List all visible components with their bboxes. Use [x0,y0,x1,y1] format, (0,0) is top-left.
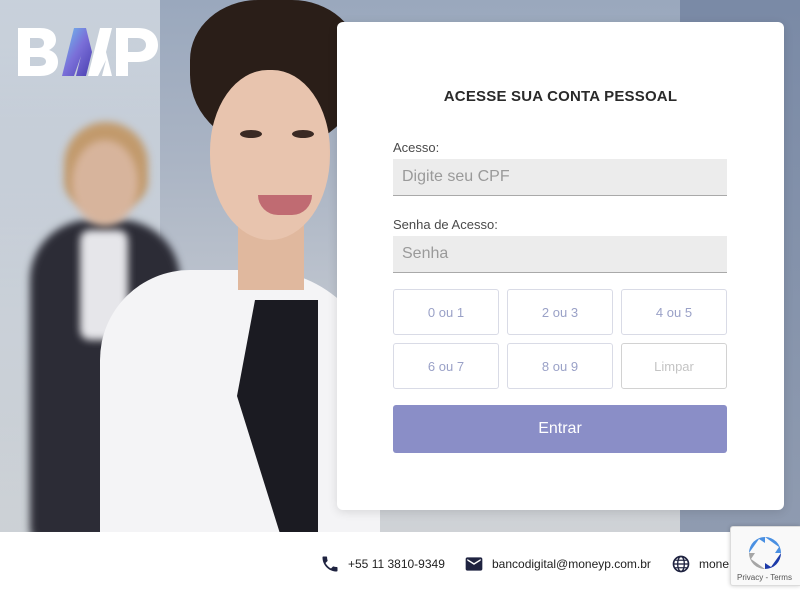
woman-right-eye [292,130,314,138]
footer-contact-bar: +55 11 3810-9349 bancodigital@moneyp.com… [0,532,800,600]
phone-icon [322,556,338,572]
footer-email-text: bancodigital@moneyp.com.br [492,557,651,571]
bmp-logo [18,28,158,76]
keypad-button-2-3[interactable]: 2 ou 3 [507,289,613,335]
keypad-button-6-7[interactable]: 6 ou 7 [393,343,499,389]
footer-website-text: mone [699,557,730,571]
woman-face [210,70,330,240]
globe-icon [672,555,690,573]
keypad-button-0-1[interactable]: 0 ou 1 [393,289,499,335]
keypad-button-4-5[interactable]: 4 ou 5 [621,289,727,335]
recaptcha-links[interactable]: Privacy - Terms [737,573,792,582]
recaptcha-icon [749,537,781,569]
cpf-input[interactable] [393,159,727,196]
login-title: ACESSE SUA CONTA PESSOAL [443,88,678,105]
password-label: Senha de Acesso: [393,217,498,232]
woman-left-eye [240,130,262,138]
footer-phone-text: +55 11 3810-9349 [348,557,445,571]
cpf-label: Acesso: [393,140,440,155]
mail-icon [465,557,483,571]
login-card: ACESSE SUA CONTA PESSOAL Acesso: Senha d… [337,22,784,510]
footer-email[interactable]: bancodigital@moneyp.com.br [464,554,651,574]
footer-phone[interactable]: +55 11 3810-9349 [320,554,445,574]
keypad-clear-button[interactable]: Limpar [621,343,727,389]
password-input[interactable] [393,236,727,273]
footer-website[interactable]: mone [671,554,729,574]
background-person-head [72,140,138,226]
keypad-button-8-9[interactable]: 8 ou 9 [507,343,613,389]
login-submit-button[interactable]: Entrar [393,405,727,453]
recaptcha-badge[interactable]: Privacy - Terms [730,526,800,586]
